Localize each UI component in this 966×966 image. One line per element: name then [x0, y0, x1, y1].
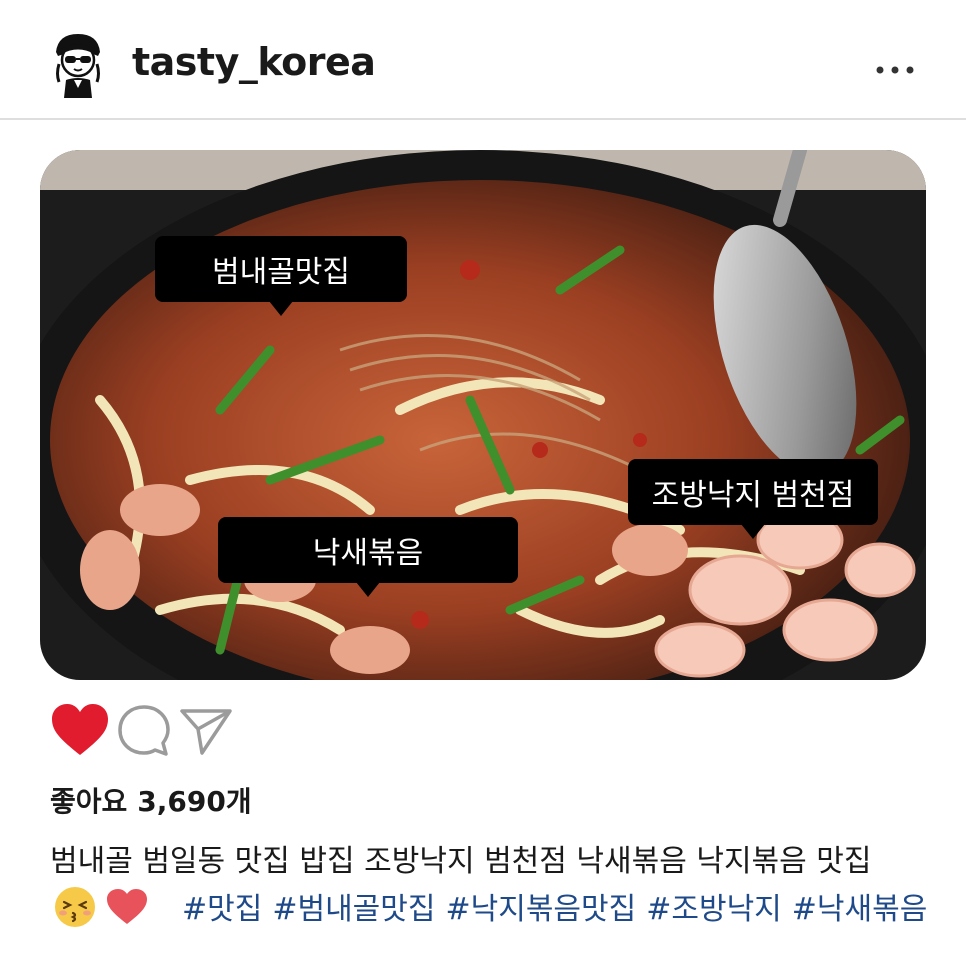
cartoon-avatar-icon: [56, 34, 100, 98]
heart-filled-icon: [52, 704, 108, 755]
like-count[interactable]: 좋아요 3,690개: [50, 780, 252, 820]
hashtag-link[interactable]: #범내골맛집: [272, 884, 435, 928]
username[interactable]: tasty_korea: [132, 40, 376, 84]
send-icon: [180, 709, 232, 755]
comment-button[interactable]: [116, 703, 172, 759]
hashtag-link[interactable]: #조방낙지: [646, 884, 782, 928]
comment-icon: [118, 705, 170, 756]
post-photo[interactable]: [40, 150, 926, 680]
food-photo-image: [40, 150, 926, 680]
avatar[interactable]: [50, 30, 106, 100]
kissing-face-emoji: [55, 887, 95, 927]
photo-tag-label: 범내골맛집: [155, 236, 407, 316]
hashtag-link[interactable]: #낙지볶음맛집: [445, 884, 636, 928]
hashtag-link[interactable]: #낙새볶음: [792, 884, 928, 928]
photo-tag-label: 낙새볶음: [218, 517, 518, 597]
photo-tag-label: 조방낙지 범천점: [628, 459, 878, 539]
like-button[interactable]: [50, 703, 110, 757]
hashtag-link[interactable]: #맛집: [182, 884, 262, 928]
hashtag-list: #맛집 #범내골맛집 #낙지볶음맛집 #조방낙지 #낙새볶음: [182, 884, 927, 928]
post-caption: 범내골 범일동 맛집 밥집 조방낙지 범천점 낙새볶음 낙지볶음 맛집: [50, 844, 872, 879]
likes-count: 3,690개: [137, 785, 252, 818]
likes-label: 좋아요: [50, 785, 128, 818]
red-heart-emoji: [107, 889, 147, 924]
more-options-icon[interactable]: [872, 60, 918, 80]
post-header: tasty_korea: [0, 0, 966, 120]
share-button[interactable]: [178, 703, 234, 759]
